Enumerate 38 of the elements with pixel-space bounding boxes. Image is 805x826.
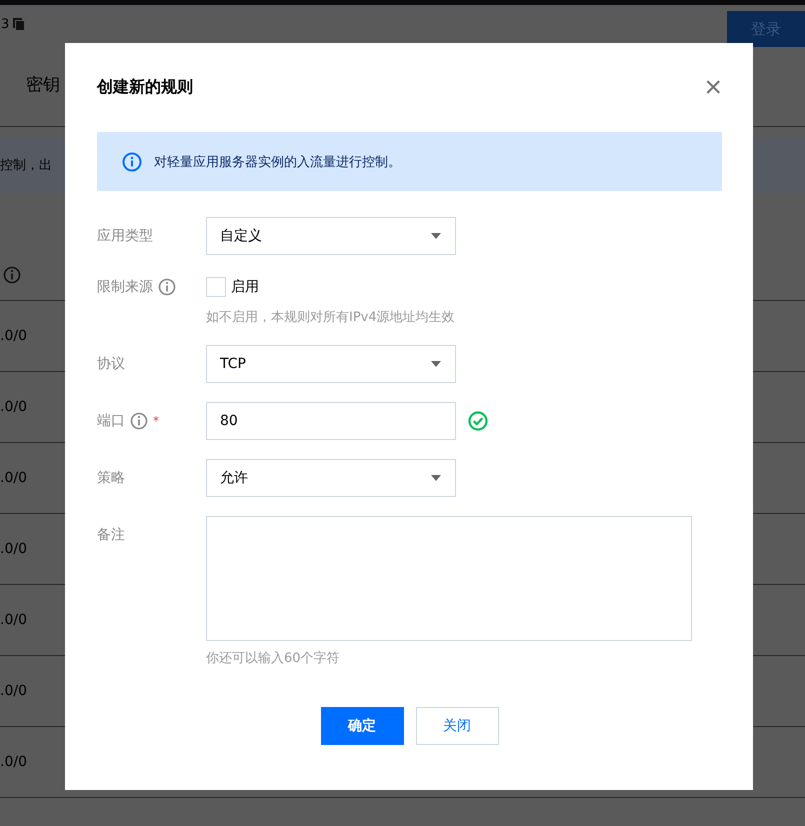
port-input[interactable]: 80 — [206, 402, 456, 440]
page-heading: 密钥 — [26, 74, 60, 96]
info-text: 对轻量应用服务器实例的入流量进行控制。 — [154, 154, 401, 170]
select-field[interactable]: 自定义 — [206, 217, 456, 255]
table-cell: .0/0 — [0, 399, 27, 415]
table-cell: .0/0 — [0, 470, 27, 486]
caret-icon — [431, 361, 441, 367]
table-cell: .0/0 — [0, 328, 27, 344]
id-text: 3 — [1, 16, 10, 32]
field-label: 端口 — [97, 412, 125, 430]
table-cell: .0/0 — [0, 541, 27, 557]
select-field[interactable]: TCP — [206, 345, 456, 383]
caret-icon — [431, 475, 441, 481]
info-icon — [122, 152, 142, 172]
help-icon[interactable] — [158, 278, 176, 296]
checkbox-label: 启用 — [231, 278, 259, 296]
dialog-title: 创建新的规则 — [97, 77, 193, 98]
table-cell: .0/0 — [0, 754, 27, 770]
checkbox[interactable] — [206, 277, 226, 297]
field-label: 协议 — [97, 355, 125, 373]
confirm-button[interactable]: 确定 — [320, 707, 404, 745]
table-cell: .0/0 — [0, 612, 27, 628]
close-dialog-button[interactable]: 关闭 — [416, 707, 498, 745]
hint-text: 如不启用，本规则对所有IPv4源地址均生效 — [206, 309, 455, 326]
remark-textarea[interactable] — [206, 516, 692, 641]
help-icon[interactable] — [130, 412, 148, 430]
hint-text: 你还可以输入60个字符 — [206, 650, 341, 667]
caret-icon — [431, 233, 441, 239]
required-mark: * — [153, 414, 159, 428]
table-cell: .0/0 — [0, 683, 27, 699]
field-label: 备注 — [97, 526, 125, 544]
close-button[interactable]: × — [704, 72, 722, 102]
field-label: 应用类型 — [97, 227, 153, 245]
info-icon — [3, 266, 21, 284]
select-field[interactable]: 允许 — [206, 459, 456, 497]
field-label: 策略 — [97, 469, 125, 487]
field-label: 限制来源 — [97, 278, 153, 296]
copy-icon[interactable] — [13, 18, 26, 30]
